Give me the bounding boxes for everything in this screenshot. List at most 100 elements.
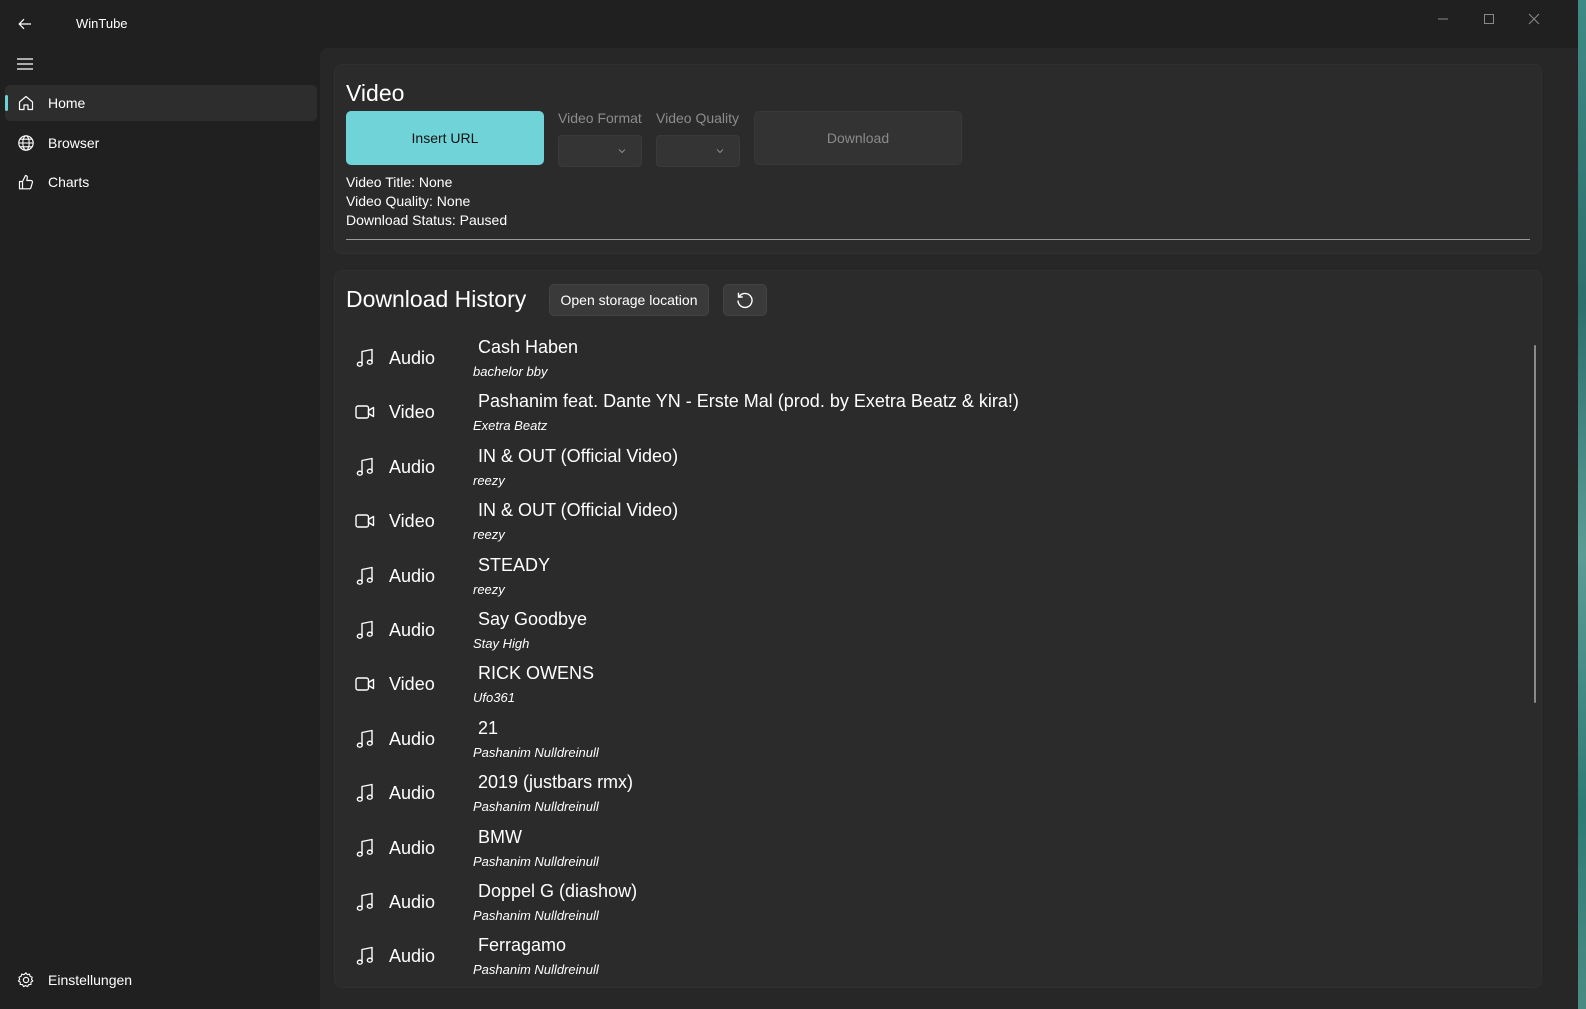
history-item-type: Audio [389, 565, 436, 586]
thumbs-up-icon [18, 174, 34, 190]
sidebar-item-settings[interactable]: Einstellungen [5, 962, 317, 998]
history-item-artist: Pashanim Nulldreinull [473, 908, 599, 923]
history-item-type: Video [389, 674, 435, 695]
history-heading: Download History [346, 286, 527, 312]
music-note-icon [354, 456, 376, 478]
history-item-artist: Pashanim Nulldreinull [473, 799, 599, 815]
music-note-icon [354, 945, 376, 967]
history-item-artist: Pashanim Nulldreinull [473, 853, 599, 869]
history-item-type: Audio [389, 728, 436, 749]
video-camera-icon [354, 401, 376, 423]
hamburger-icon [17, 58, 33, 70]
home-icon [18, 95, 34, 111]
history-item[interactable]: Audio BMW Pashanim Nulldreinull [346, 827, 1526, 881]
history-item-artist: bachelor bby [473, 364, 548, 379]
globe-icon [18, 135, 34, 151]
video-title-info: Video Title: None [346, 174, 453, 190]
history-item[interactable]: Video IN & OUT (Official Video) reezy [346, 500, 1526, 554]
history-item-title: BMW [478, 826, 522, 847]
maximize-button[interactable] [1466, 4, 1512, 34]
history-item-title: Doppel G (diashow) [478, 881, 638, 901]
download-button[interactable]: Download [754, 111, 962, 165]
video-quality-info: Video Quality: None [346, 193, 471, 209]
history-item-artist: reezy [473, 527, 505, 543]
history-item-type: Audio [389, 348, 436, 368]
history-item-artist: Pashanim Nulldreinull [473, 744, 599, 760]
app-title: WinTube [76, 16, 128, 31]
sidebar-item-label: Home [48, 95, 86, 111]
open-storage-button[interactable]: Open storage location [549, 284, 709, 316]
close-button[interactable] [1511, 4, 1557, 34]
history-item-artist: reezy [473, 581, 505, 597]
history-item-type: Video [389, 402, 435, 423]
video-format-label: Video Format [558, 110, 642, 126]
insert-url-button[interactable]: Insert URL [346, 111, 544, 165]
history-item-title: Say Goodbye [478, 609, 588, 629]
refresh-button[interactable] [723, 284, 767, 316]
sidebar-item-label: Browser [48, 135, 100, 151]
history-item[interactable]: Audio Doppel G (diashow) Pashanim Nulldrei… [346, 881, 1526, 935]
history-item-title: 2019 (justbars rmx) [478, 772, 634, 793]
music-note-icon [354, 565, 376, 587]
history-item[interactable]: Video RICK OWENS Ufo361 [346, 663, 1526, 717]
title-bar: WinTube [0, 0, 1578, 48]
history-item-type: Audio [389, 946, 436, 967]
refresh-icon [737, 292, 753, 309]
chevron-down-icon [618, 149, 626, 154]
sidebar-item-home[interactable]: Home [5, 85, 317, 121]
history-item-type: Audio [389, 783, 436, 804]
close-icon [1528, 13, 1540, 25]
sidebar-item-charts[interactable]: Charts [5, 164, 317, 200]
history-item-title: 21 [478, 717, 499, 738]
video-quality-dropdown[interactable] [656, 135, 740, 167]
menu-toggle-button[interactable] [10, 50, 40, 78]
video-camera-icon [354, 510, 376, 532]
download-status-info: Download Status: Paused [346, 212, 508, 228]
minimize-button[interactable] [1420, 4, 1466, 34]
history-item[interactable]: Audio STEADY reezy [346, 555, 1526, 609]
history-item-type: Audio [389, 837, 436, 858]
history-item-type: Audio [389, 620, 436, 640]
history-item[interactable]: Audio 21 Pashanim Nulldreinull [346, 718, 1526, 772]
history-item-artist: Exetra Beatz [473, 418, 548, 434]
history-item-type: Video [389, 511, 435, 532]
history-item-type: Audio [389, 456, 436, 477]
video-heading: Video [346, 80, 405, 106]
history-item[interactable]: Audio Ferragamo Pashanim Nulldreinull [346, 935, 1526, 989]
back-arrow-icon [18, 18, 31, 30]
selection-indicator [5, 95, 8, 111]
video-quality-label: Video Quality [656, 110, 740, 126]
sidebar-item-label: Einstellungen [48, 972, 133, 988]
sidebar-item-browser[interactable]: Browser [5, 125, 317, 161]
video-format-dropdown[interactable] [558, 135, 642, 167]
history-item-title: Pashanim feat. Dante YN - Erste Mal (pro… [478, 391, 1019, 412]
gear-icon [17, 972, 34, 988]
history-item[interactable]: Audio Cash Haben bachelor bby [346, 337, 1526, 391]
history-item-artist: Ufo361 [473, 690, 515, 706]
history-item-type: Audio [389, 892, 436, 912]
history-item-artist: Stay High [473, 636, 530, 651]
history-item-artist: Pashanim Nulldreinull [473, 962, 599, 978]
maximize-icon [1484, 14, 1494, 24]
history-item-title: IN & OUT (Official Video) [478, 445, 679, 466]
sidebar-item-label: Charts [48, 174, 90, 190]
progress-divider [346, 239, 1530, 240]
history-item-title: Cash Haben [478, 337, 579, 357]
desktop-background [1578, 0, 1586, 1009]
history-item-title: Ferragamo [478, 935, 567, 956]
scrollbar[interactable] [1534, 345, 1536, 703]
history-item[interactable]: Audio Say Goodbye Stay High [346, 609, 1526, 663]
app-window: WinTube Home Browser Charts Einstellunge… [0, 0, 1579, 1009]
history-item-title: STEADY [478, 554, 551, 575]
back-button[interactable] [10, 10, 40, 38]
music-note-icon [354, 619, 376, 641]
history-item-title: IN & OUT (Official Video) [478, 500, 679, 521]
history-item-artist: reezy [473, 472, 505, 488]
music-note-icon [354, 891, 376, 913]
history-item[interactable]: Audio 2019 (justbars rmx) Pashanim Nulldre… [346, 772, 1526, 826]
history-item[interactable]: Video Pashanim feat. Dante YN - Erste Mal… [346, 391, 1526, 445]
music-note-icon [354, 728, 376, 750]
history-item[interactable]: Audio IN & OUT (Official Video) reezy [346, 446, 1526, 500]
minimize-icon [1438, 18, 1448, 20]
music-note-icon [354, 837, 376, 859]
